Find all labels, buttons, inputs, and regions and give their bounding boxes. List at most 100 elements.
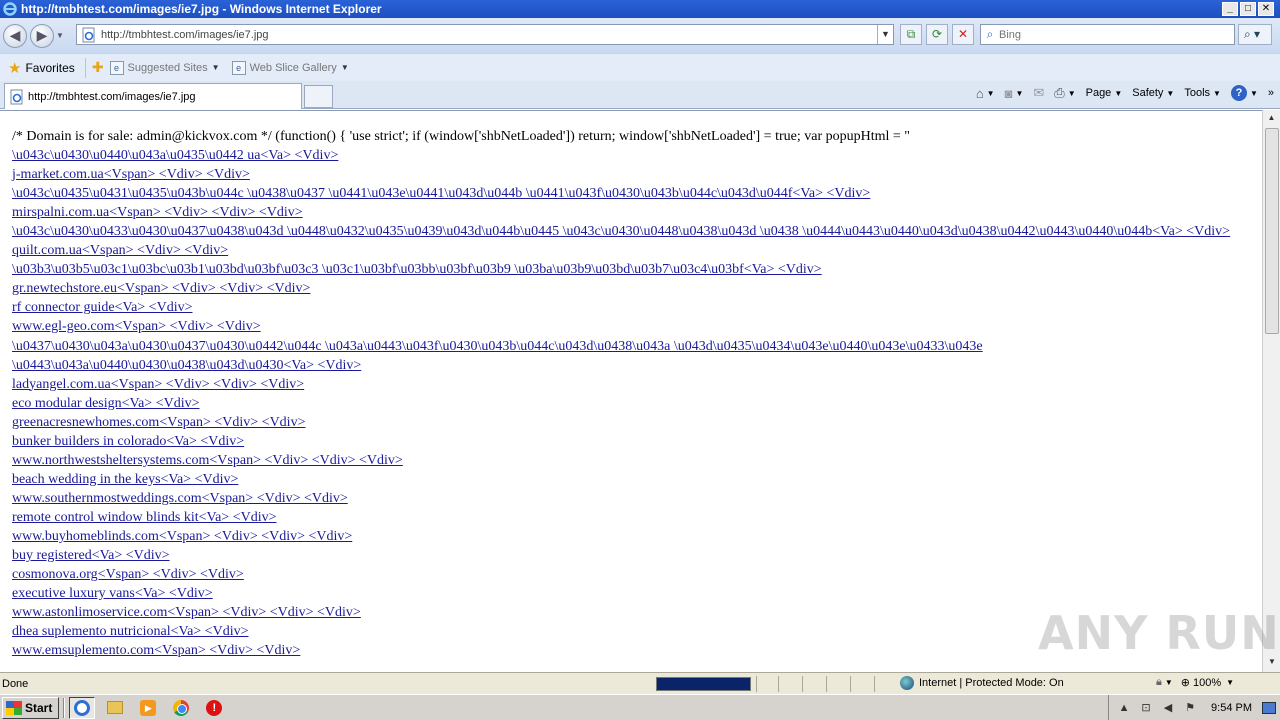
clock[interactable]: 9:54 PM [1211, 702, 1252, 714]
taskbar-explorer-button[interactable] [102, 697, 128, 719]
recent-pages-dropdown[interactable]: ▼ [56, 31, 66, 40]
favorites-button[interactable]: ★ Favorites [4, 57, 79, 79]
address-url[interactable]: http://tmbhtest.com/images/ie7.jpg [101, 29, 877, 41]
scroll-up-button[interactable]: ▲ [1264, 110, 1280, 126]
security-zone[interactable]: Internet | Protected Mode: On [900, 676, 1064, 690]
content-link[interactable]: mirspalni.com.ua<Vspan> <Vdiv> <Vdiv> <V… [12, 203, 1250, 222]
read-mail-button[interactable]: ✉ [1033, 85, 1044, 101]
maximize-button[interactable]: □ [1240, 2, 1256, 16]
content-link[interactable]: cosmonova.org<Vspan> <Vdiv> <Vdiv> [12, 565, 1250, 584]
scroll-thumb[interactable] [1265, 128, 1279, 334]
tab-label: http://tmbhtest.com/images/ie7.jpg [28, 90, 196, 103]
volume-icon[interactable]: ◀ [1161, 701, 1175, 715]
divider [756, 676, 757, 692]
favorites-bar: ★ Favorites ✚ e Suggested Sites ▼ e Web … [0, 53, 1280, 81]
tab-bar: http://tmbhtest.com/images/ie7.jpg ⌂ ▼ ◙ ▼… [0, 81, 1280, 109]
progress-fill [657, 678, 750, 690]
add-to-favorites-bar-icon[interactable]: ✚ [92, 59, 104, 76]
watermark: ANY RUN [1038, 606, 1280, 660]
window-title: http://tmbhtest.com/images/ie7.jpg - Win… [21, 2, 382, 16]
content-link[interactable]: beach wedding in the keys<Va> <Vdiv> [12, 470, 1250, 489]
tools-menu[interactable]: Tools ▼ [1184, 87, 1221, 99]
feeds-button[interactable]: ◙ ▼ [1005, 86, 1024, 101]
page-menu[interactable]: Page ▼ [1086, 87, 1123, 99]
content-link[interactable]: www.northwestsheltersystems.com<Vspan> <… [12, 451, 1250, 470]
taskbar-media-player-button[interactable]: ▶ [135, 697, 161, 719]
status-text: Done [2, 677, 29, 690]
refresh-button[interactable]: ⟳ [926, 24, 948, 45]
search-box[interactable]: ⌕ [980, 24, 1235, 45]
taskbar-ie-button[interactable] [69, 696, 96, 719]
forward-button[interactable]: ▶ [30, 23, 54, 48]
globe-icon [900, 676, 914, 690]
content-link[interactable]: www.egl-geo.com<Vspan> <Vdiv> <Vdiv> [12, 317, 1250, 336]
content-link[interactable]: \u043c\u0435\u0431\u0435\u043b\u044c \u0… [12, 184, 1250, 203]
content-link[interactable]: buy registered<Va> <Vdiv> [12, 546, 1250, 565]
content-link[interactable]: \u0437\u0430\u043a\u0430\u0437\u0430\u04… [12, 337, 1250, 375]
content-link[interactable]: www.southernmostweddings.com<Vspan> <Vdi… [12, 489, 1250, 508]
search-icon: ⌕ ▾ [1244, 27, 1261, 41]
media-player-icon: ▶ [140, 699, 157, 716]
web-slice-gallery-label: Web Slice Gallery [249, 61, 337, 74]
divider [874, 676, 875, 692]
content-link[interactable]: rf connector guide<Va> <Vdiv> [12, 298, 1250, 317]
taskbar: Start ▶ ! ▲ ⊡ ◀ ⚑ 9:54 PM [0, 694, 1280, 720]
show-hidden-icons-icon[interactable]: ▲ [1117, 701, 1131, 715]
divider [850, 676, 851, 692]
home-button[interactable]: ⌂ ▼ [976, 86, 995, 101]
content-link[interactable]: eco modular design<Va> <Vdiv> [12, 394, 1250, 413]
show-desktop-button[interactable] [1262, 701, 1276, 714]
zoom-control[interactable]: 🔒︎ ▼ ⊕ 100% ▼ [1156, 676, 1234, 689]
start-button[interactable]: Start [2, 696, 60, 719]
content-link[interactable]: j-market.com.ua<Vspan> <Vdiv> <Vdiv> [12, 165, 1250, 184]
toolbar-overflow-button[interactable]: » [1268, 87, 1274, 99]
forward-arrow-icon: ▶ [36, 27, 48, 43]
taskbar-stop-button[interactable]: ! [201, 697, 227, 719]
content-link[interactable]: bunker builders in colorado<Va> <Vdiv> [12, 432, 1250, 451]
compatibility-view-button[interactable]: ⧉ [900, 24, 922, 45]
refresh-icon: ⟳ [931, 27, 943, 41]
start-label: Start [25, 700, 53, 715]
suggested-sites-label: Suggested Sites [127, 61, 208, 74]
divider [778, 676, 779, 692]
minimize-button[interactable]: _ [1222, 2, 1238, 16]
content-link[interactable]: www.buyhomeblinds.com<Vspan> <Vdiv> <Vdi… [12, 527, 1250, 546]
close-button[interactable]: ✕ [1258, 2, 1274, 16]
content-link[interactable]: \u043c\u0430\u0433\u0430\u0437\u0438\u04… [12, 222, 1250, 241]
safety-menu[interactable]: Safety ▼ [1132, 87, 1174, 99]
taskbar-chrome-button[interactable] [168, 697, 194, 719]
suggested-sites-link[interactable]: e Suggested Sites ▼ [109, 60, 220, 75]
back-button[interactable]: ◀ [3, 23, 27, 48]
compatibility-icon: ⧉ [906, 27, 916, 41]
chevron-down-icon: ▼ [1015, 88, 1024, 98]
action-center-flag-icon[interactable]: ⚑ [1183, 701, 1197, 715]
web-slice-gallery-link[interactable]: e Web Slice Gallery ▼ [231, 60, 349, 75]
windows-logo-icon [6, 700, 22, 715]
content-link[interactable]: remote control window blinds kit<Va> <Vd… [12, 508, 1250, 527]
content-link[interactable]: \u03b3\u03b5\u03c1\u03bc\u03b1\u03bd\u03… [12, 260, 1250, 279]
address-dropdown-button[interactable]: ▼ [877, 25, 893, 44]
content-link[interactable]: ladyangel.com.ua<Vspan> <Vdiv> <Vdiv> <V… [12, 375, 1250, 394]
print-button[interactable]: ⎙ ▼ [1054, 85, 1075, 101]
content-link[interactable]: greenacresnewhomes.com<Vspan> <Vdiv> <Vd… [12, 413, 1250, 432]
network-icon[interactable]: ⊡ [1139, 701, 1153, 715]
stop-sign-icon: ! [206, 699, 223, 716]
tab-current[interactable]: http://tmbhtest.com/images/ie7.jpg [4, 83, 302, 109]
content-link[interactable]: quilt.com.ua<Vspan> <Vdiv> <Vdiv> [12, 241, 1250, 260]
chevron-down-icon: ▼ [340, 63, 349, 72]
search-button[interactable]: ⌕ ▾ [1238, 24, 1272, 45]
ie-logo-icon [3, 2, 17, 16]
stop-button[interactable]: ✕ [952, 24, 974, 45]
help-menu[interactable]: ? ▼ [1230, 85, 1258, 101]
folder-icon [107, 701, 124, 714]
address-bar[interactable]: http://tmbhtest.com/images/ie7.jpg ▼ [76, 24, 894, 45]
link-list: \u043c\u0430\u0440\u043a\u0435\u0442 ua<… [12, 146, 1250, 660]
chevron-down-icon: ▼ [1067, 88, 1076, 98]
content-link[interactable]: executive luxury vans<Va> <Vdiv> [12, 584, 1250, 603]
new-tab-button[interactable] [304, 85, 333, 108]
search-input[interactable] [999, 28, 1234, 41]
navigation-bar: ◀ ▶ ▼ http://tmbhtest.com/images/ie7.jpg… [0, 18, 1280, 53]
content-link[interactable]: gr.newtechstore.eu<Vspan> <Vdiv> <Vdiv> … [12, 279, 1250, 298]
vertical-scrollbar[interactable]: ▲ ▼ [1262, 110, 1280, 672]
content-link[interactable]: \u043c\u0430\u0440\u043a\u0435\u0442 ua<… [12, 146, 1250, 165]
